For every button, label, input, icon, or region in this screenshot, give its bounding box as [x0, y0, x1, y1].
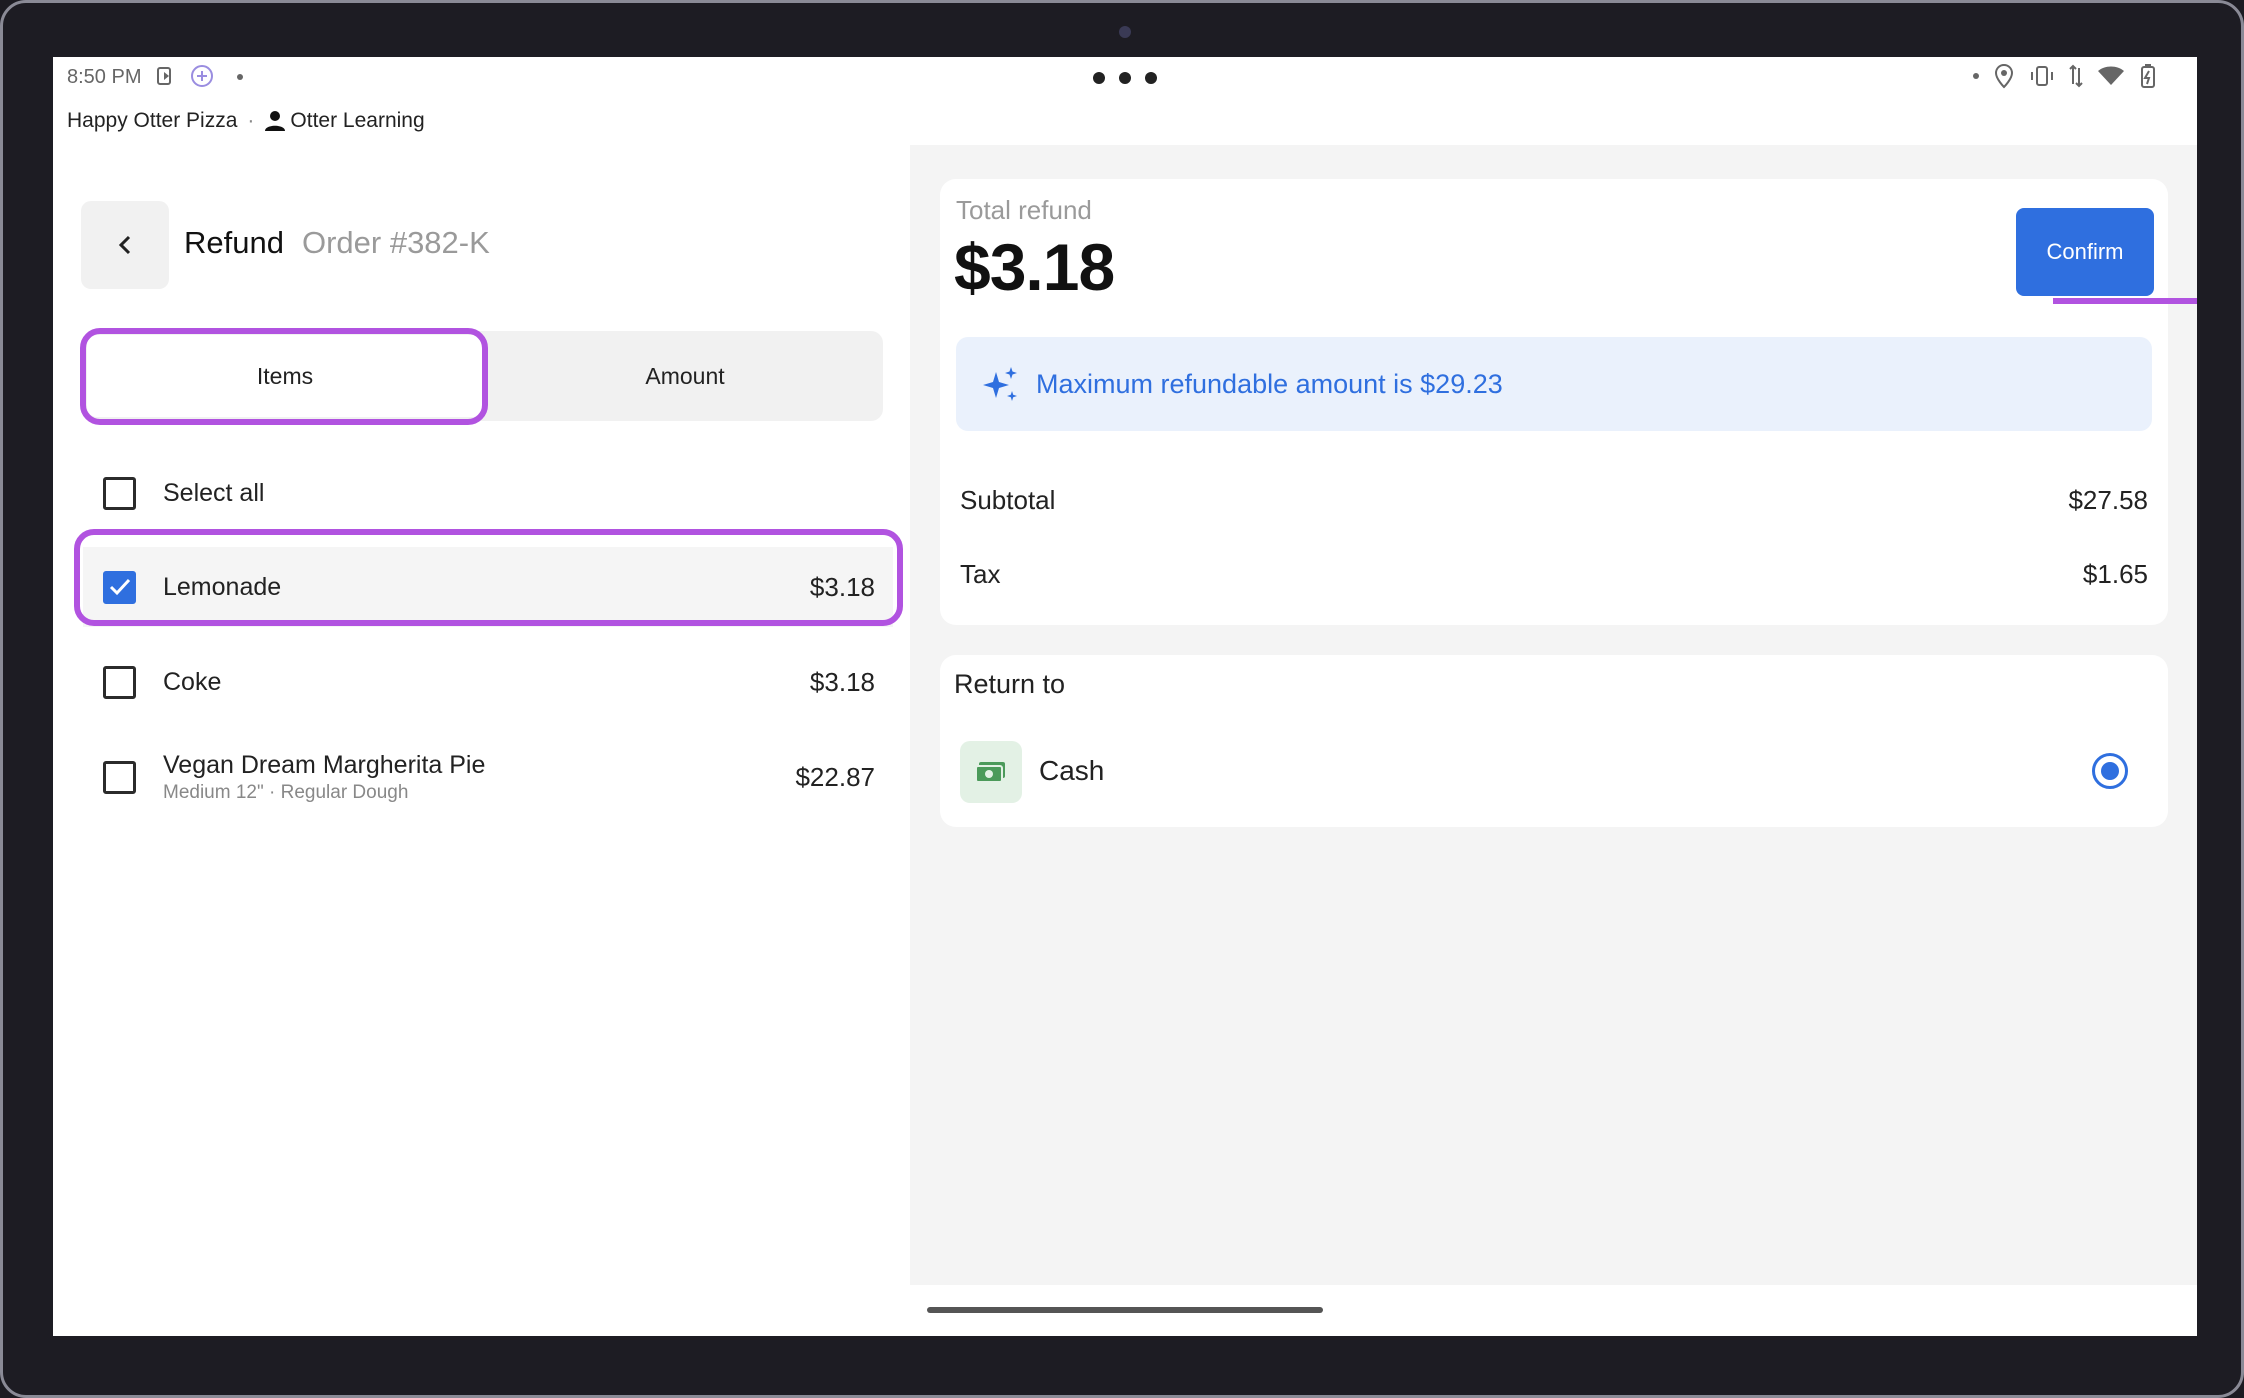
status-dot-icon [1973, 73, 1979, 79]
status-bar: 8:50 PM [53, 57, 2197, 97]
cash-label: Cash [1039, 755, 1105, 786]
item-name: Coke [163, 667, 222, 696]
item-modifiers: Medium 12" · Regular Dough [163, 781, 409, 803]
subtotal-value: $27.58 [2068, 485, 2148, 515]
item-name: Lemonade [163, 572, 282, 601]
arrow-annotation-icon [2053, 298, 2197, 304]
header-separator: · [247, 109, 255, 132]
checkmark-icon [109, 578, 130, 596]
screen: 8:50 PM Happy Otter Pizza · Otter Learni… [53, 57, 2197, 1336]
list-item[interactable]: Coke $3.18 [103, 642, 893, 722]
total-refund-amount: $3.18 [954, 230, 1115, 304]
status-dot-icon [237, 74, 243, 80]
item-checkbox[interactable] [103, 760, 136, 794]
summary-card: Total refund $3.18 Confirm Maximum refun… [940, 179, 2168, 625]
vibrate-icon [2031, 66, 2053, 86]
battery-icon [2141, 64, 2155, 88]
select-all-label: Select all [163, 478, 265, 507]
tax-row: Tax $1.65 [960, 559, 2148, 590]
total-refund-label: Total refund [956, 195, 1092, 225]
store-name: Happy Otter Pizza [67, 109, 238, 132]
camera-icon [1119, 26, 1131, 38]
return-to-card: Return to Cash [940, 655, 2168, 827]
data-arrows-icon [2069, 64, 2083, 88]
user-name: Otter Learning [290, 109, 425, 132]
more-dots-icon[interactable] [1093, 72, 1157, 84]
sparkle-icon [983, 367, 1017, 401]
return-to-label: Return to [954, 669, 1066, 699]
tax-label: Tax [960, 559, 1001, 589]
tax-value: $1.65 [2082, 559, 2148, 589]
back-button[interactable] [81, 201, 169, 289]
list-item[interactable]: Vegan Dream Margherita Pie Medium 12" · … [103, 737, 893, 817]
item-price: $22.87 [795, 761, 875, 792]
status-time: 8:50 PM [67, 66, 142, 88]
person-icon [264, 110, 286, 132]
notification-icon [157, 67, 171, 85]
subtotal-row: Subtotal $27.58 [960, 485, 2148, 516]
subtotal-label: Subtotal [960, 485, 1056, 515]
home-indicator[interactable] [927, 1307, 1323, 1313]
item-checkbox[interactable] [103, 665, 136, 699]
system-icons [1973, 63, 2157, 89]
refund-summary-panel: Total refund $3.18 Confirm Maximum refun… [910, 145, 2197, 1285]
tablet-frame: 8:50 PM Happy Otter Pizza · Otter Learni… [0, 0, 2244, 1398]
item-price: $3.18 [809, 666, 875, 697]
tab-items[interactable]: Items [87, 335, 483, 417]
page-title: Refund Order #382-K [184, 225, 490, 261]
refund-mode-tabs: Items Amount [83, 331, 883, 421]
list-item[interactable]: Lemonade $3.18 [83, 547, 893, 627]
store-header: Happy Otter Pizza · Otter Learning [67, 109, 425, 133]
app-logo-icon [191, 65, 213, 87]
order-number: Order #382-K [301, 225, 490, 260]
tab-amount[interactable]: Amount [487, 331, 883, 421]
chevron-left-icon [118, 235, 131, 255]
cash-icon [960, 741, 1022, 803]
refund-title: Refund [184, 225, 284, 260]
max-refund-info: Maximum refundable amount is $29.23 [956, 337, 2152, 431]
refund-items-panel: Refund Order #382-K Items Amount Select … [53, 145, 909, 1336]
select-all-checkbox[interactable] [103, 476, 136, 510]
cash-radio[interactable] [2092, 753, 2128, 789]
select-all-row[interactable]: Select all [103, 453, 893, 533]
location-icon [1994, 63, 2014, 89]
item-name: Vegan Dream Margherita Pie [163, 750, 486, 779]
wifi-icon [2098, 66, 2124, 85]
item-checkbox[interactable] [103, 570, 136, 604]
item-price: $3.18 [809, 571, 875, 602]
max-refund-text: Maximum refundable amount is $29.23 [1036, 368, 1503, 399]
